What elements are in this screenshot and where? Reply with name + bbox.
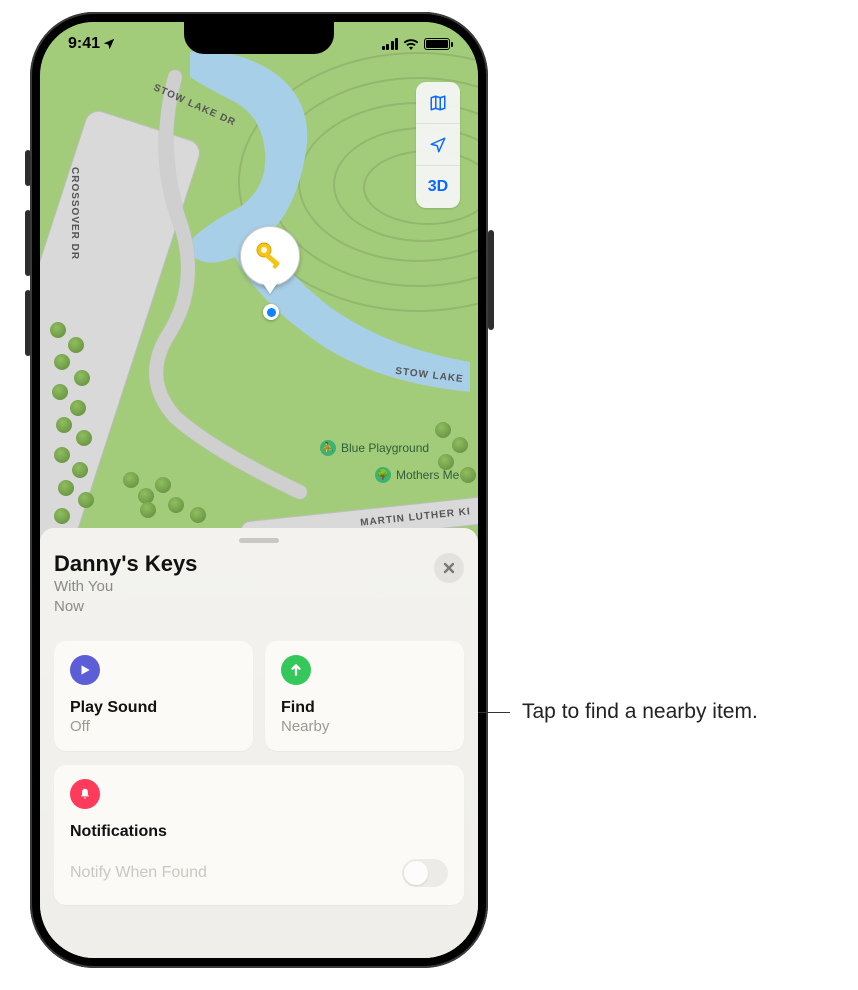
find-card[interactable]: Find Nearby [265,641,464,751]
item-name: Danny's Keys [54,551,197,577]
arrow-up-icon [281,655,311,685]
item-location-pin[interactable] [240,226,300,286]
notifications-title: Notifications [70,823,448,841]
close-icon [443,562,455,574]
cellular-signal-icon [382,38,399,50]
notch [184,22,334,54]
wifi-icon [403,38,419,50]
status-time: 9:41 [68,35,100,53]
item-status-line1: With You [54,578,197,597]
user-location-dot [263,304,279,320]
map-icon [428,94,448,112]
item-status-line2: Now [54,598,197,617]
road-label-crossover: CROSSOVER DR [69,167,80,260]
poi-mothers-meadow[interactable]: 🌳 Mothers Me [375,467,459,483]
map-controls: 3D [416,82,460,208]
play-sound-card[interactable]: Play Sound Off [54,641,253,751]
callout-text: Tap to find a nearby item. [522,700,758,724]
screen: 9:41 [40,22,478,958]
tree-icon: 🌳 [375,467,391,483]
poi-blue-playground[interactable]: ⛹ Blue Playground [320,440,429,456]
notify-when-found-toggle[interactable] [402,859,448,887]
play-sound-title: Play Sound [70,699,237,717]
phone-power-button [488,230,494,330]
map-style-button[interactable] [416,82,460,124]
find-sub: Nearby [281,718,448,735]
bell-icon [70,779,100,809]
play-sound-sub: Off [70,718,237,735]
find-title: Find [281,699,448,717]
key-icon [252,238,288,274]
3d-toggle-button[interactable]: 3D [416,166,460,208]
park-icon: ⛹ [320,440,336,456]
battery-icon [424,38,450,50]
notify-when-found-label: Notify When Found [70,864,207,882]
item-detail-sheet: Danny's Keys With You Now Play Sound Off [40,528,478,958]
location-arrow-icon [429,136,447,154]
close-button[interactable] [434,553,464,583]
recenter-button[interactable] [416,124,460,166]
play-icon [70,655,100,685]
location-services-icon [102,37,116,51]
sheet-grabber[interactable] [239,538,279,543]
phone-frame: 9:41 [30,12,488,968]
notifications-card: Notifications Notify When Found [54,765,464,905]
